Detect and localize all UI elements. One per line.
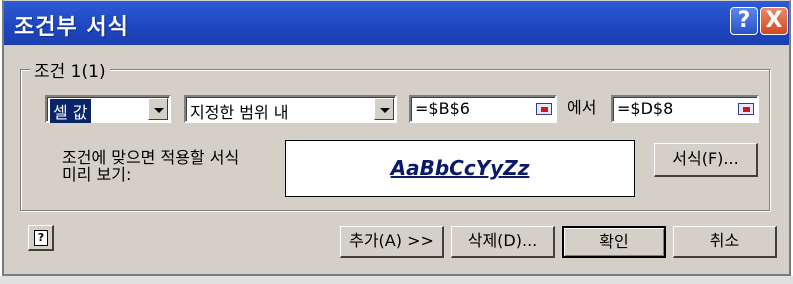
- ok-button-label: 확인: [599, 232, 629, 251]
- format-button[interactable]: 서식(F)...: [654, 143, 758, 177]
- condition-group-label: 조건 1(1): [30, 57, 110, 82]
- operator-combo[interactable]: 지정한 범위 내: [184, 95, 397, 123]
- help-icon-button[interactable]: ?: [28, 225, 54, 251]
- format-preview: AaBbCcYyZz: [285, 140, 635, 197]
- add-button[interactable]: 추가(A) >>: [340, 226, 444, 258]
- value1-input[interactable]: =$B$6: [409, 95, 557, 123]
- preview-label-line2: 미리 보기:: [62, 165, 132, 184]
- operator-value: 지정한 범위 내: [190, 103, 289, 122]
- preview-sample-text: AaBbCcYyZz: [390, 156, 530, 180]
- delete-button-label: 삭제(D)...: [467, 231, 538, 250]
- range-select-icon[interactable]: [536, 101, 552, 115]
- title-bar[interactable]: 조건부 서식 ? X: [4, 1, 789, 45]
- preview-label-line1: 조건에 맞으면 적용할 서식: [62, 148, 240, 167]
- chevron-down-icon[interactable]: [374, 98, 394, 120]
- condition-type-value: 셀 값: [50, 99, 91, 123]
- question-icon: ?: [737, 8, 751, 33]
- value1-text: =$B$6: [415, 99, 470, 118]
- between-label: 에서: [567, 98, 597, 117]
- format-button-label: 서식(F)...: [672, 149, 739, 168]
- condition-type-combo[interactable]: 셀 값: [45, 95, 171, 123]
- background-strip: [0, 276, 793, 284]
- close-icon: X: [765, 8, 783, 33]
- dialog-title: 조건부 서식: [14, 15, 129, 40]
- close-button[interactable]: X: [760, 7, 788, 35]
- delete-button[interactable]: 삭제(D)...: [451, 226, 555, 258]
- value2-text: =$D$8: [617, 99, 674, 118]
- add-button-label: 추가(A) >>: [349, 231, 434, 250]
- value2-input[interactable]: =$D$8: [611, 95, 759, 123]
- help-button[interactable]: ?: [730, 7, 758, 35]
- range-select-icon[interactable]: [738, 101, 754, 115]
- chevron-down-icon[interactable]: [148, 98, 168, 120]
- ok-button[interactable]: 확인: [562, 226, 666, 258]
- cancel-button-label: 취소: [709, 231, 740, 250]
- question-icon: ?: [34, 230, 48, 246]
- cancel-button[interactable]: 취소: [673, 226, 777, 258]
